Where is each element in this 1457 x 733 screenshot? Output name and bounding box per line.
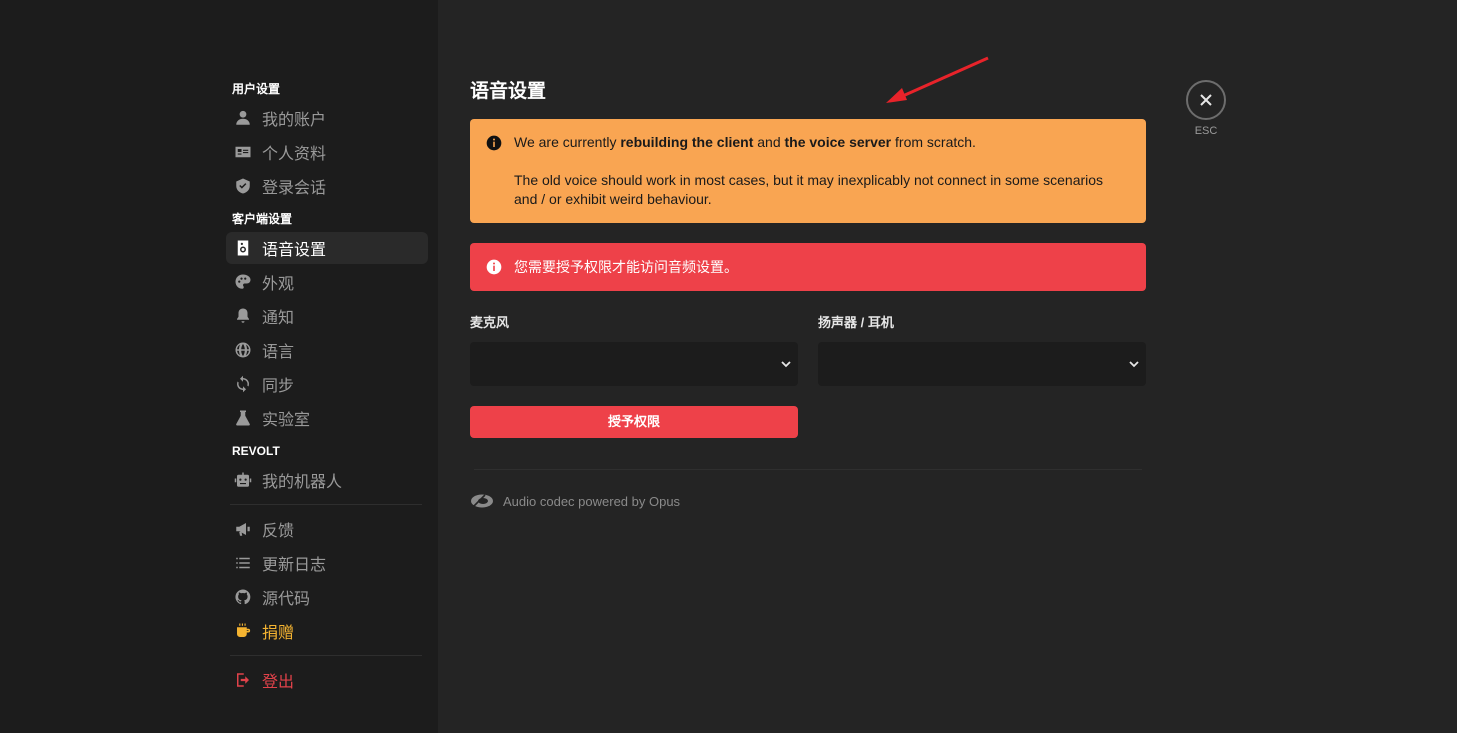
sidebar-item-label: 通知 <box>262 310 295 327</box>
list-icon <box>233 553 253 573</box>
sidebar-item-notifications[interactable]: 通知 <box>226 300 428 332</box>
palette-icon <box>233 272 253 292</box>
warning-text: We are currently <box>514 134 621 150</box>
settings-content: 语音设置 We are currently rebuilding the cli… <box>438 0 1457 733</box>
permission-error-banner: 您需要授予权限才能访问音频设置。 <box>470 243 1146 291</box>
sidebar-item-label: 个人资料 <box>262 146 327 163</box>
sidebar-nav: 用户设置 我的账户 个人资料 登录会话 客户端设置 语音设置 外观 通知 语言 … <box>226 78 428 698</box>
sidebar-item-label: 登出 <box>262 674 295 691</box>
id-card-icon <box>233 142 253 162</box>
user-icon <box>233 108 253 128</box>
sidebar-item-my-bots[interactable]: 我的机器人 <box>226 464 428 496</box>
chevron-down-icon <box>1129 361 1139 368</box>
sidebar-item-label: 外观 <box>262 276 295 293</box>
info-icon <box>486 259 502 275</box>
sidebar-item-label: 语言 <box>262 344 295 361</box>
sidebar-item-labs[interactable]: 实验室 <box>226 402 428 434</box>
sidebar-item-profile[interactable]: 个人资料 <box>226 136 428 168</box>
sidebar-item-label: 登录会话 <box>262 180 327 197</box>
esc-label: ESC <box>1194 125 1218 137</box>
shield-check-icon <box>233 176 253 196</box>
coffee-icon <box>233 621 253 641</box>
sidebar-item-label: 反馈 <box>262 523 295 540</box>
close-button[interactable] <box>1186 80 1226 120</box>
sidebar-item-label: 实验室 <box>262 412 311 429</box>
sidebar-item-label: 我的机器人 <box>262 474 343 491</box>
sidebar-item-label: 语音设置 <box>262 242 327 259</box>
sidebar-item-label: 源代码 <box>262 591 311 608</box>
section-title-client-settings: 客户端设置 <box>232 212 293 226</box>
warning-text: and <box>753 134 785 150</box>
bell-icon <box>233 306 253 326</box>
section-title-revolt: REVOLT <box>232 444 280 458</box>
sidebar-item-sync[interactable]: 同步 <box>226 368 428 400</box>
opus-text[interactable]: Audio codec powered by Opus <box>503 494 680 509</box>
chevron-down-icon <box>781 361 791 368</box>
warning-line-2: The old voice should work in most cases,… <box>514 172 1104 207</box>
permission-error-text: 您需要授予权限才能访问音频设置。 <box>514 259 738 275</box>
settings-sidebar: 用户设置 我的账户 个人资料 登录会话 客户端设置 语音设置 外观 通知 语言 … <box>0 0 438 733</box>
warning-bold-text: rebuilding the client <box>620 134 754 150</box>
speaker-select[interactable] <box>818 342 1146 386</box>
globe-icon <box>233 340 253 360</box>
page-title: 语音设置 <box>470 81 547 102</box>
microphone-select[interactable] <box>470 342 798 386</box>
sidebar-item-label: 更新日志 <box>262 557 327 574</box>
logout-icon <box>233 670 253 690</box>
close-icon <box>1200 94 1212 106</box>
speaker-icon <box>233 238 253 258</box>
sidebar-divider <box>230 655 422 656</box>
warning-line-1: We are currently rebuilding the client a… <box>514 133 1126 152</box>
megaphone-icon <box>233 519 253 539</box>
sidebar-item-my-account[interactable]: 我的账户 <box>226 102 428 134</box>
sidebar-item-source-code[interactable]: 源代码 <box>226 581 428 613</box>
warning-text: from scratch. <box>891 134 976 150</box>
sync-icon <box>233 374 253 394</box>
sidebar-item-language[interactable]: 语言 <box>226 334 428 366</box>
opus-credit: Audio codec powered by Opus <box>470 493 680 509</box>
section-title-user-settings: 用户设置 <box>232 82 281 96</box>
sidebar-item-logout[interactable]: 登出 <box>226 664 428 696</box>
settings-window: 用户设置 我的账户 个人资料 登录会话 客户端设置 语音设置 外观 通知 语言 … <box>0 0 1457 733</box>
github-icon <box>233 587 253 607</box>
content-divider <box>474 469 1142 470</box>
sidebar-item-feedback[interactable]: 反馈 <box>226 513 428 545</box>
sidebar-item-appearance[interactable]: 外观 <box>226 266 428 298</box>
info-icon <box>486 135 502 151</box>
sidebar-item-changelog[interactable]: 更新日志 <box>226 547 428 579</box>
annotation-arrow-icon <box>886 56 989 103</box>
sidebar-item-label: 同步 <box>262 378 295 395</box>
sidebar-item-sessions[interactable]: 登录会话 <box>226 170 428 202</box>
sidebar-item-label: 我的账户 <box>262 112 327 129</box>
close-settings[interactable]: ESC <box>1186 80 1226 137</box>
flask-icon <box>233 408 253 428</box>
sidebar-item-voice[interactable]: 语音设置 <box>226 232 428 264</box>
microphone-label: 麦克风 <box>470 315 510 330</box>
speaker-label: 扬声器 / 耳机 <box>818 315 894 330</box>
warning-bold-text: the voice server <box>784 134 892 150</box>
opus-logo-icon <box>471 494 493 508</box>
robot-icon <box>233 470 253 490</box>
sidebar-item-donate[interactable]: 捐赠 <box>226 615 428 647</box>
grant-permission-button[interactable]: 授予权限 <box>470 406 798 438</box>
sidebar-divider <box>230 504 422 505</box>
warning-banner: We are currently rebuilding the client a… <box>470 119 1146 223</box>
sidebar-item-label: 捐赠 <box>262 625 295 642</box>
